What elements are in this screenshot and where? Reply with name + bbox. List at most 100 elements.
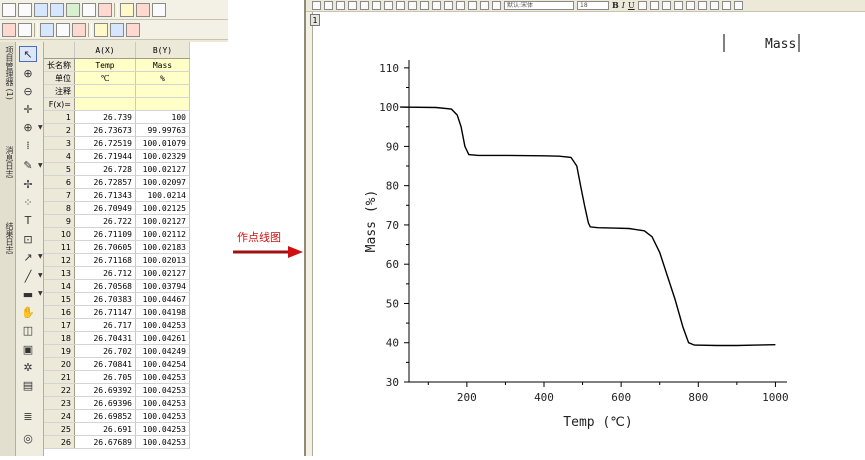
row-number[interactable]: 12 [44,253,75,267]
graph-page[interactable]: 200 400 600 800 1000 30 40 50 60 70 80 90 100 110 Tem… [312,12,865,456]
mass-cell[interactable]: 100.04253 [135,370,190,384]
sparkle-icon[interactable]: ✲ [19,359,37,375]
temp-cell[interactable]: 26.712 [74,266,136,280]
row-number[interactable]: 20 [44,357,75,371]
open-template-icon[interactable] [136,2,150,17]
temp-cell[interactable]: 26.702 [74,344,136,358]
draw-data-icon[interactable]: ✎ [19,157,37,173]
temp-cell[interactable]: 26.69852 [74,409,136,423]
graph-tool-icon[interactable] [372,1,381,10]
row-number[interactable]: 25 [44,422,75,436]
underline-button[interactable]: U [628,1,635,10]
mass-cell[interactable]: 99.99763 [135,123,190,137]
temp-cell[interactable]: 26.70605 [74,240,136,254]
italic-button[interactable]: I [622,1,625,10]
row-number[interactable]: 15 [44,292,75,306]
graph-tool-icon[interactable] [420,1,429,10]
chevron-down-icon[interactable]: ▼ [38,290,43,297]
mass-cell[interactable]: 100.03794 [135,279,190,293]
rectangle-tool-icon[interactable]: ▬ [19,286,37,302]
data-reader-icon[interactable]: ⊕ [19,119,37,135]
graph-tool-icon[interactable] [396,1,405,10]
table-row[interactable]: 2 26.73673 99.99763 [44,123,190,137]
mass-cell[interactable]: 100 [135,110,190,124]
chevron-down-icon[interactable]: ▼ [38,124,43,131]
temp-cell[interactable]: 26.70568 [74,279,136,293]
table-row[interactable]: 7 26.71343 100.0214 [44,188,190,202]
new-worksheet-icon[interactable] [34,2,48,17]
temp-cell[interactable]: 26.71147 [74,305,136,319]
fx-cell[interactable] [74,97,136,111]
new-folder-icon[interactable] [18,2,32,17]
screen-reader-icon[interactable]: ✛ [19,101,37,117]
table-row[interactable]: 6 26.72857 100.02097 [44,175,190,189]
chevron-down-icon[interactable]: ▼ [38,272,43,279]
mass-cell[interactable]: 100.04467 [135,292,190,306]
temp-cell[interactable]: 26.705 [74,370,136,384]
row-number[interactable]: 5 [44,162,75,176]
temp-cell[interactable]: 26.72519 [74,136,136,150]
list-icon[interactable]: ≣ [19,408,37,424]
table-row[interactable]: 11 26.70605 100.02183 [44,240,190,254]
graph-tool-icon[interactable] [468,1,477,10]
mass-cell[interactable]: 100.04198 [135,305,190,319]
temp-cell[interactable]: 26.70841 [74,357,136,371]
add-column-icon[interactable] [40,22,54,37]
open-icon[interactable] [120,2,134,17]
mass-cell[interactable]: 100.02127 [135,266,190,280]
save-icon[interactable] [152,2,166,17]
arrow-tool-icon[interactable]: ↗ [19,249,37,265]
new-excel-icon[interactable] [98,2,112,17]
graph-tool-icon[interactable] [312,1,321,10]
statistics-icon[interactable] [72,22,86,37]
row-number[interactable]: 21 [44,370,75,384]
format-tool-icon[interactable] [709,1,719,10]
table-row[interactable]: 8 26.70949 100.02125 [44,201,190,215]
chevron-down-icon[interactable]: ▼ [38,253,43,260]
temp-cell[interactable]: 26.71343 [74,188,136,202]
bold-button[interactable]: B [612,1,619,10]
temp-cell[interactable]: 26.739 [74,110,136,124]
table-row[interactable]: 24 26.69852 100.04253 [44,409,190,423]
mass-cell[interactable]: 100.0214 [135,188,190,202]
pointer-icon[interactable]: ↖ [19,46,37,62]
table-row[interactable]: 17 26.717 100.04253 [44,318,190,332]
table-row[interactable]: 25 26.691 100.04253 [44,422,190,436]
new-project-icon[interactable] [2,2,16,17]
fx-cell[interactable] [135,97,190,111]
graph-tool-icon[interactable] [324,1,333,10]
table-row[interactable]: 13 26.712 100.02127 [44,266,190,280]
graph-tool-icon[interactable] [480,1,489,10]
graph-tool-icon[interactable] [444,1,453,10]
layer-number-badge[interactable]: 1 [310,14,320,26]
row-number[interactable]: 6 [44,175,75,189]
row-number[interactable]: 1 [44,110,75,124]
row-number[interactable]: 26 [44,435,75,449]
row-number[interactable]: 22 [44,383,75,397]
temp-cell[interactable]: 26.72857 [74,175,136,189]
zoom-out-icon[interactable]: ⊖ [19,83,37,99]
graph-tool-icon[interactable] [456,1,465,10]
table-row[interactable]: 16 26.71147 100.04198 [44,305,190,319]
format-tool-icon[interactable] [721,1,731,10]
temp-cell[interactable]: 26.69396 [74,396,136,410]
row-number[interactable]: 14 [44,279,75,293]
temp-cell[interactable]: 26.722 [74,214,136,228]
format-tool-icon[interactable] [697,1,707,10]
new-matrix-icon[interactable] [50,2,64,17]
mass-cell[interactable]: 100.04249 [135,344,190,358]
row-number[interactable]: 4 [44,149,75,163]
new-function-icon[interactable] [82,2,96,17]
region-icon[interactable]: ◫ [19,322,37,338]
temp-cell[interactable]: 26.70383 [74,292,136,306]
comments-cell[interactable] [135,84,190,98]
table-row[interactable]: 12 26.71168 100.02013 [44,253,190,267]
mass-cell[interactable]: 100.02112 [135,227,190,241]
mass-cell[interactable]: 100.02183 [135,240,190,254]
mass-cell[interactable]: 100.04253 [135,435,190,449]
table-row[interactable]: 15 26.70383 100.04467 [44,292,190,306]
stack-icon[interactable]: ▤ [19,377,37,393]
temp-cell[interactable]: 26.73673 [74,123,136,137]
graph-tool-icon[interactable] [432,1,441,10]
mass-cell[interactable]: 100.02127 [135,214,190,228]
